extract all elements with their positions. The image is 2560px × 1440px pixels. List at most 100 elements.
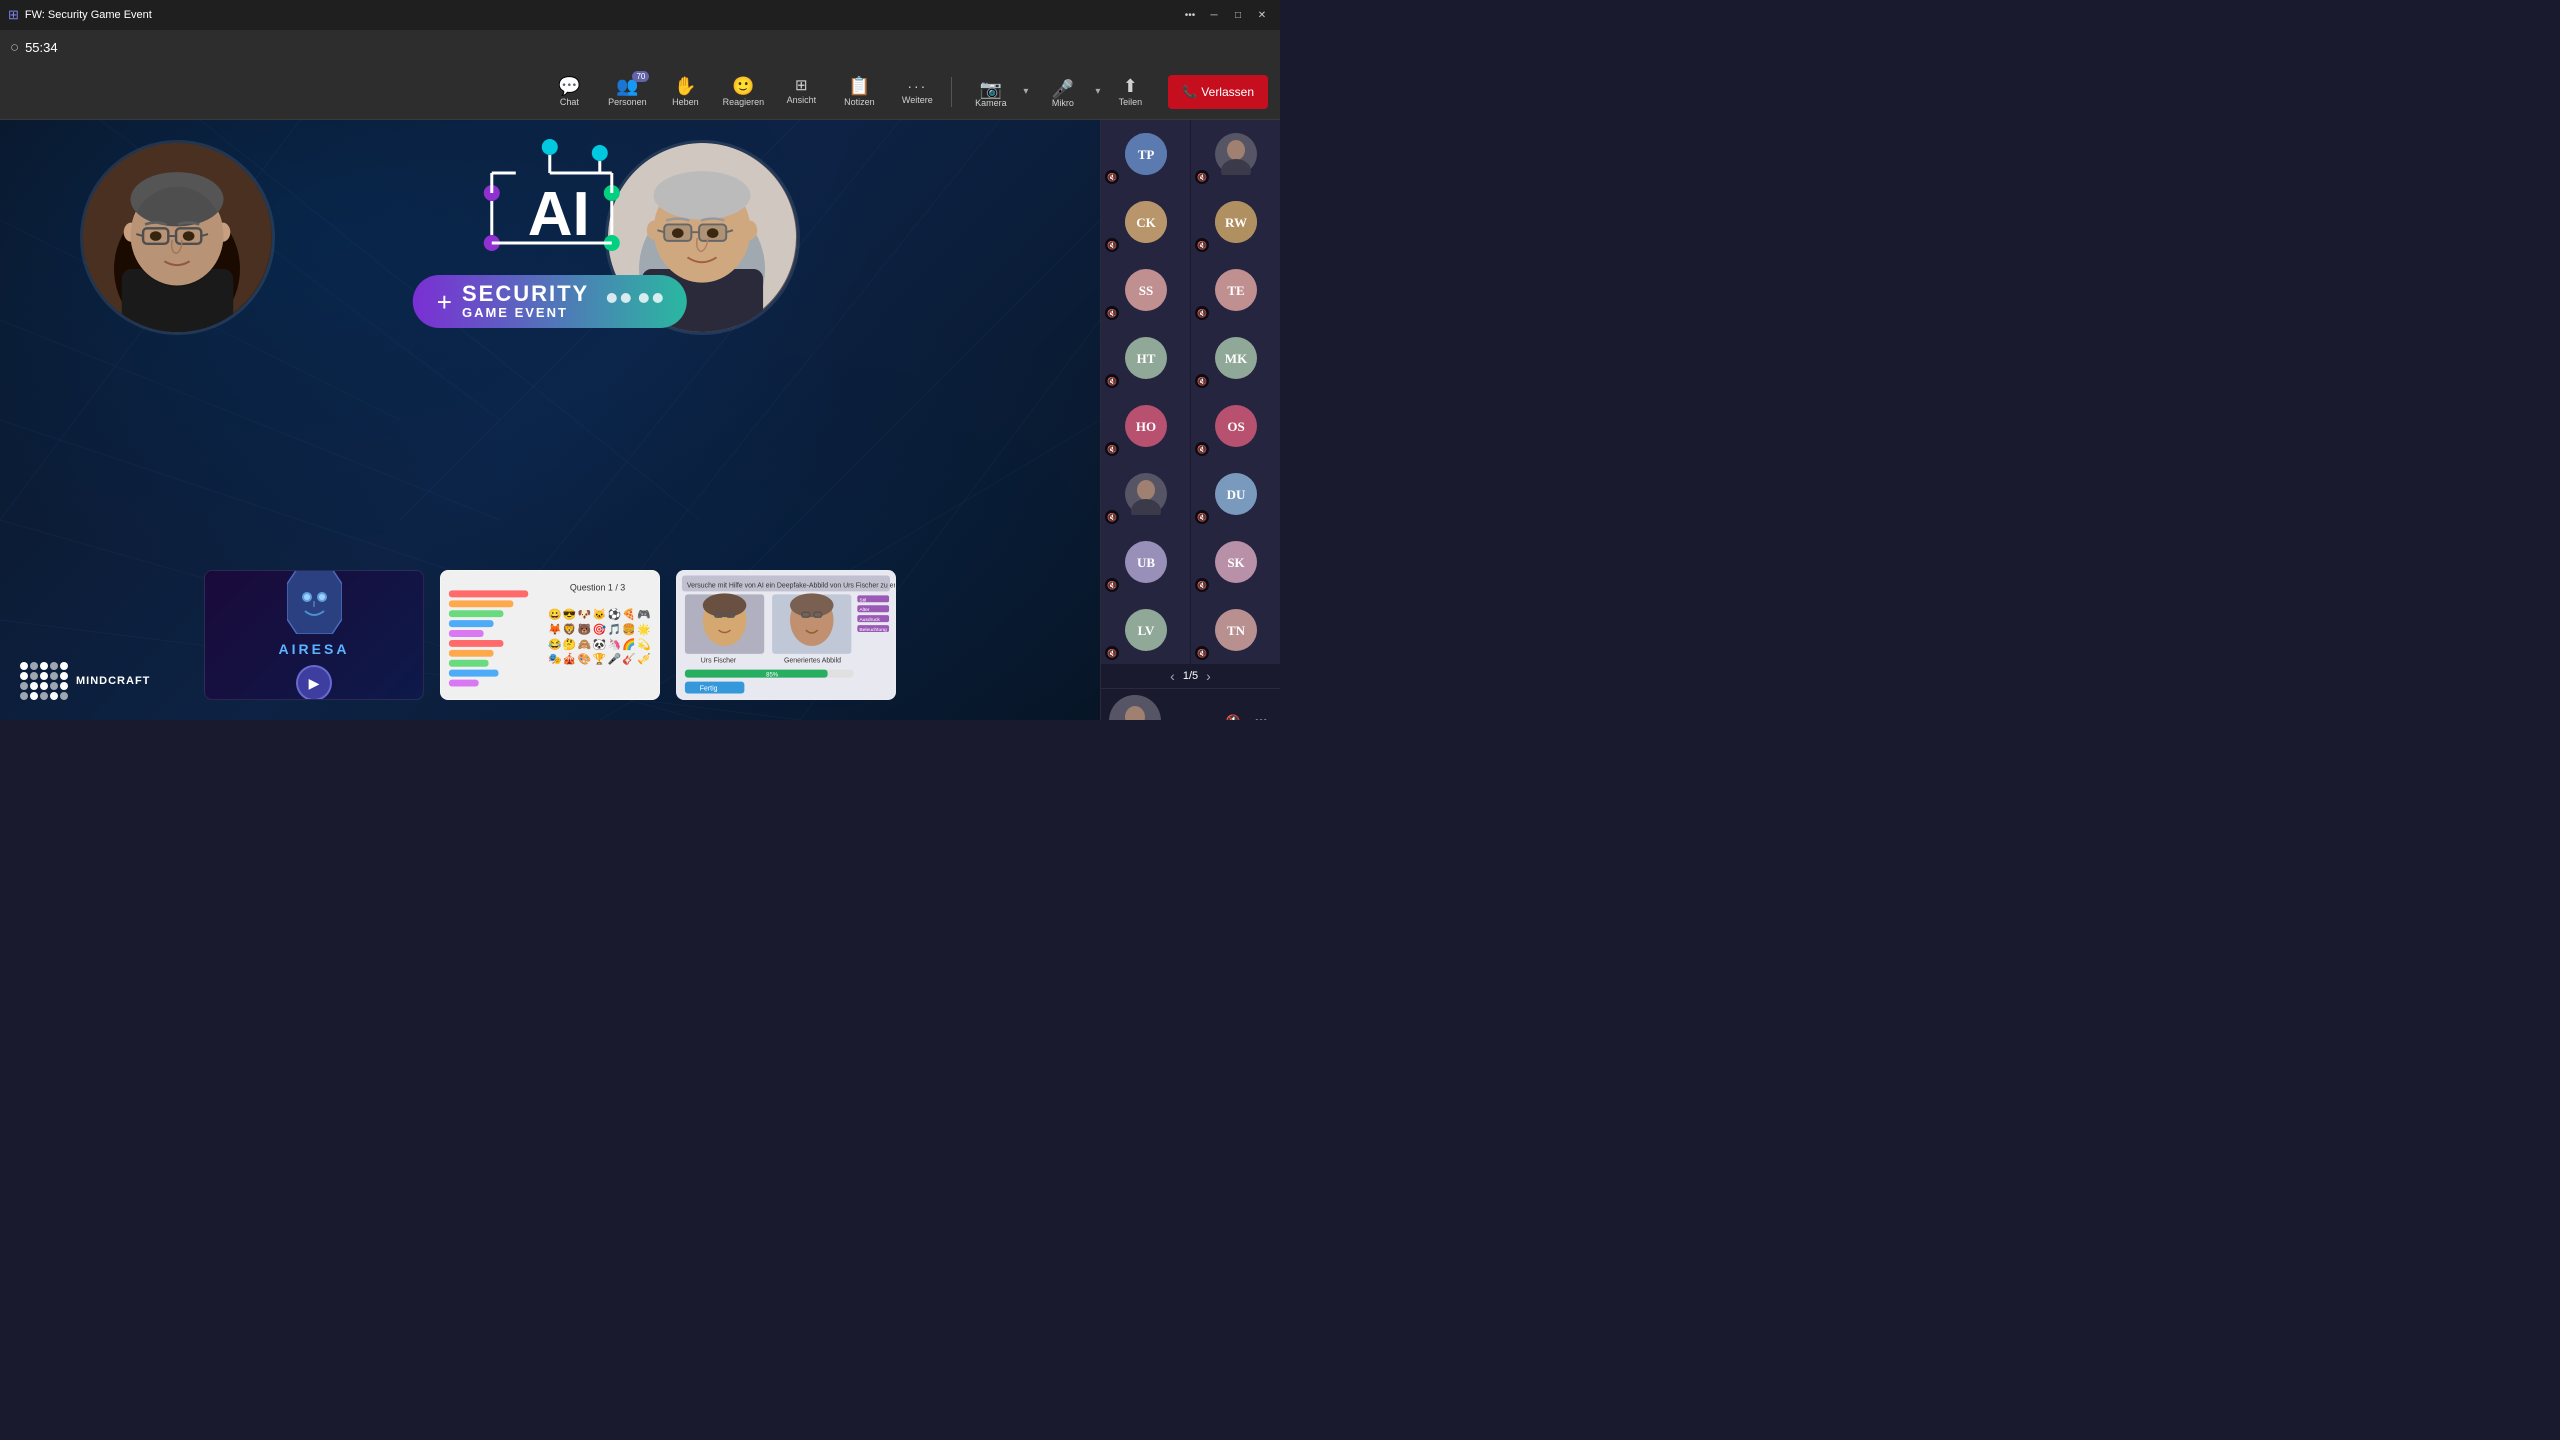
titlebar-more-btn[interactable]: ••• bbox=[1180, 5, 1200, 25]
svg-text:Fertig: Fertig bbox=[700, 685, 718, 692]
self-view-avatar bbox=[1109, 695, 1161, 720]
chat-icon: 💬 bbox=[558, 77, 580, 95]
heben-label: Heben bbox=[672, 97, 699, 107]
participant-te[interactable]: TE 🔇 bbox=[1191, 256, 1280, 324]
svg-text:🏆: 🏆 bbox=[593, 653, 607, 666]
participant-row-6: 🔇 DU 🔇 bbox=[1101, 460, 1280, 528]
svg-text:TN: TN bbox=[1226, 623, 1245, 638]
ub-avatar: UB bbox=[1125, 541, 1167, 583]
ai-logo: AI + SECURITY GAME EVENT bbox=[413, 135, 687, 328]
participant-ck[interactable]: CK 🔇 bbox=[1101, 188, 1190, 256]
toolbar-personen[interactable]: 👥 Personen 70 bbox=[599, 67, 655, 117]
page-label: 1/5 bbox=[1183, 670, 1198, 682]
sk-avatar: SK bbox=[1215, 541, 1257, 583]
teilen-label: Teilen bbox=[1119, 97, 1143, 107]
mikro-arrow[interactable]: ▾ bbox=[1095, 86, 1100, 97]
titlebar-title: FW: Security Game Event bbox=[25, 9, 152, 21]
mc-dot bbox=[60, 682, 68, 690]
self-more-btn[interactable]: ••• bbox=[1250, 710, 1272, 720]
svg-text:SK: SK bbox=[1227, 555, 1245, 570]
mc-dot bbox=[20, 672, 28, 680]
leave-button[interactable]: 📞 Verlassen bbox=[1168, 75, 1268, 109]
page-next-btn[interactable]: › bbox=[1206, 668, 1211, 684]
toolbar-kamera[interactable]: 📷 Kamera ▾ bbox=[958, 67, 1028, 117]
os-avatar: OS bbox=[1215, 405, 1257, 447]
svg-text:😂: 😂 bbox=[548, 638, 562, 651]
teilen-icon: ⬆ bbox=[1123, 77, 1138, 95]
svg-text:🎪: 🎪 bbox=[563, 653, 577, 666]
participant-sk[interactable]: SK 🔇 bbox=[1191, 528, 1280, 596]
toolbar-heben[interactable]: ✋ Heben bbox=[657, 67, 713, 117]
kamera-arrow[interactable]: ▾ bbox=[1023, 86, 1028, 97]
lv-mute-icon: 🔇 bbox=[1105, 646, 1119, 660]
self-mute-icon[interactable]: 🔇 bbox=[1222, 710, 1244, 720]
airesa-play-btn[interactable]: ▶ bbox=[296, 665, 332, 700]
participant-photo-2[interactable]: 🔇 bbox=[1191, 120, 1280, 188]
mc-dot bbox=[50, 682, 58, 690]
toolbar-teilen[interactable]: ⬆ Teilen bbox=[1102, 67, 1158, 117]
participant-row-5: HO 🔇 OS 🔇 bbox=[1101, 392, 1280, 460]
main-area: AI + SECURITY GAME EVENT bbox=[0, 120, 1280, 720]
participant-ub[interactable]: UB 🔇 bbox=[1101, 528, 1190, 596]
toolbar-notizen[interactable]: 📋 Notizen bbox=[831, 67, 887, 117]
svg-text:HO: HO bbox=[1135, 419, 1155, 434]
mindcraft-name: MINDCRAFT bbox=[76, 675, 150, 687]
participant-tp[interactable]: TP 🔇 bbox=[1101, 120, 1190, 188]
ck-mute-icon: 🔇 bbox=[1105, 238, 1119, 252]
participant-mk[interactable]: MK 🔇 bbox=[1191, 324, 1280, 392]
toolbar-reagieren[interactable]: 🙂 Reagieren bbox=[715, 67, 771, 117]
minimize-btn[interactable]: ─ bbox=[1204, 5, 1224, 25]
toolbar-ansicht[interactable]: ⊞ Ansicht bbox=[773, 67, 829, 117]
photo-2-avatar bbox=[1215, 133, 1257, 175]
page-prev-btn[interactable]: ‹ bbox=[1170, 668, 1175, 684]
svg-text:🐻: 🐻 bbox=[578, 622, 592, 636]
preview-card-deepfake[interactable]: Versuche mit Hilfe von AI ein Deepfake-A… bbox=[676, 570, 896, 700]
participant-tn[interactable]: TN 🔇 bbox=[1191, 596, 1280, 664]
svg-text:SS: SS bbox=[1138, 283, 1152, 298]
mc-dot bbox=[20, 662, 28, 670]
self-view-controls: 🔇 ••• bbox=[1222, 710, 1272, 720]
svg-text:🎨: 🎨 bbox=[578, 652, 592, 666]
ht-mute-icon: 🔇 bbox=[1105, 374, 1119, 388]
ansicht-icon: ⊞ bbox=[795, 78, 808, 93]
svg-text:🐶: 🐶 bbox=[578, 609, 592, 621]
mc-dot bbox=[30, 692, 38, 700]
photo-2-mute: 🔇 bbox=[1195, 170, 1209, 184]
photo-du-mute: 🔇 bbox=[1105, 510, 1119, 524]
toolbar-chat[interactable]: 💬 Chat bbox=[541, 67, 597, 117]
participant-ht[interactable]: HT 🔇 bbox=[1101, 324, 1190, 392]
svg-text:TP: TP bbox=[1137, 147, 1154, 162]
participant-photo-du[interactable]: 🔇 bbox=[1101, 460, 1190, 528]
participant-du[interactable]: DU 🔇 bbox=[1191, 460, 1280, 528]
leave-label: Verlassen bbox=[1201, 85, 1254, 99]
svg-text:🐼: 🐼 bbox=[593, 638, 607, 651]
close-btn[interactable]: ✕ bbox=[1252, 5, 1272, 25]
bottom-participant: 🔇 ••• bbox=[1101, 688, 1280, 720]
participant-row-1: TP 🔇 🔇 bbox=[1101, 120, 1280, 188]
mikro-label: Mikro bbox=[1052, 98, 1074, 108]
svg-text:🦄: 🦄 bbox=[607, 638, 621, 651]
mc-dot bbox=[60, 672, 68, 680]
participant-os[interactable]: OS 🔇 bbox=[1191, 392, 1280, 460]
preview-card-quiz[interactable]: Question 1 / 3 😀 😎 🐶 🐱 ⚽ 🍕 🎮 🦊 🦁 🐻 🎯 bbox=[440, 570, 660, 700]
airesa-name-text: AIRESA bbox=[279, 641, 350, 657]
maximize-btn[interactable]: □ bbox=[1228, 5, 1248, 25]
participant-row-8: LV 🔇 TN 🔇 bbox=[1101, 596, 1280, 664]
preview-card-airesa[interactable]: AIRESA ▶ bbox=[204, 570, 424, 700]
svg-text:🐱: 🐱 bbox=[593, 608, 607, 621]
participant-rw[interactable]: RW 🔇 bbox=[1191, 188, 1280, 256]
svg-text:🍔: 🍔 bbox=[622, 623, 636, 636]
participant-lv[interactable]: LV 🔇 bbox=[1101, 596, 1190, 664]
weitere-label: Weitere bbox=[902, 95, 933, 105]
participant-ss[interactable]: SS 🔇 bbox=[1101, 256, 1190, 324]
mk-avatar: MK bbox=[1215, 337, 1257, 379]
quiz-graphic: Question 1 / 3 😀 😎 🐶 🐱 ⚽ 🍕 🎮 🦊 🦁 🐻 🎯 bbox=[441, 570, 659, 700]
participant-ho[interactable]: HO 🔇 bbox=[1101, 392, 1190, 460]
reagieren-label: Reagieren bbox=[723, 97, 765, 107]
security-subtitle: GAME EVENT bbox=[462, 305, 589, 320]
toolbar-weitere[interactable]: ··· Weitere bbox=[889, 67, 945, 117]
content-area: AI + SECURITY GAME EVENT bbox=[0, 120, 1100, 720]
mikro-icon: 🎤 bbox=[1052, 80, 1074, 98]
ub-mute-icon: 🔇 bbox=[1105, 578, 1119, 592]
toolbar-mikro[interactable]: 🎤 Mikro ▾ bbox=[1030, 67, 1100, 117]
